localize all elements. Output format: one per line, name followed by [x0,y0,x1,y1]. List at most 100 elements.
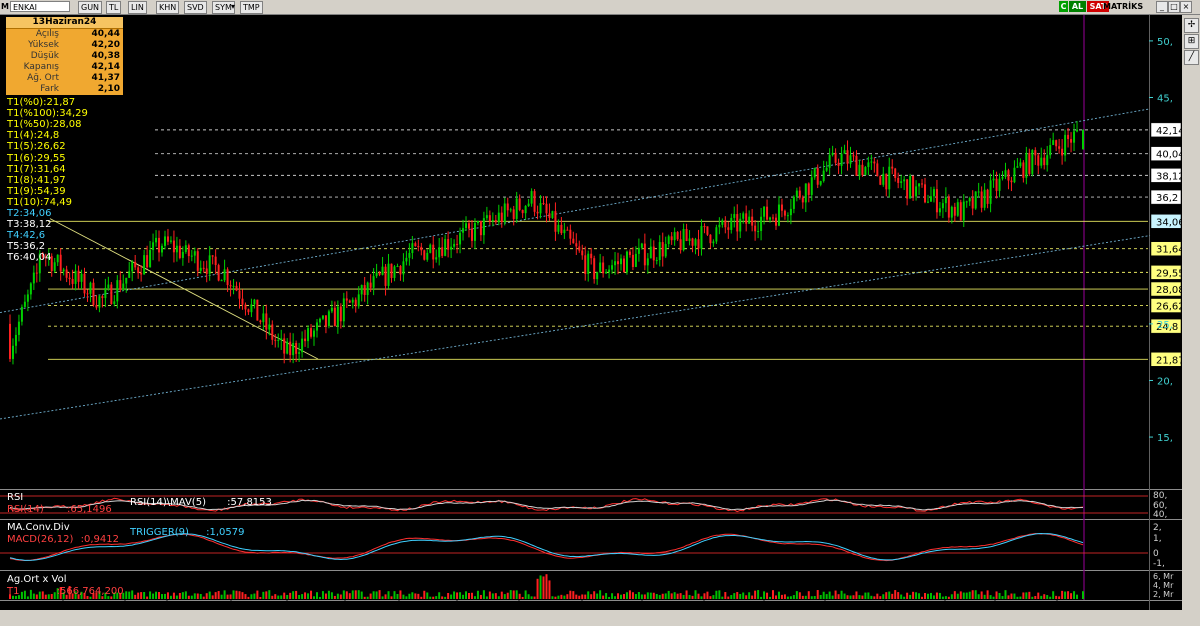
volume-bar [131,590,134,599]
volume-bar [670,593,673,599]
volume-bar [962,592,965,599]
volume-bar [1019,596,1022,599]
level-annotation: T1(9):54,39 [7,185,66,197]
toolbar-button-lin[interactable]: LIN [128,1,147,14]
candle-body [131,261,134,272]
volume-bar [184,591,187,599]
volume-bar [667,590,670,599]
volume-bar [757,590,760,599]
candle-body [924,184,927,203]
minimize-icon[interactable]: _ [1156,1,1168,13]
badge-c[interactable]: C [1059,1,1068,12]
volume-bar [1064,591,1067,599]
candle-body [196,251,199,271]
candle-body [539,203,542,214]
volume-bar [769,596,772,599]
candle-body [804,183,807,203]
candle-body [637,247,640,254]
volume-bar [524,590,527,599]
candle-body [456,243,459,245]
volume-bar [256,590,259,599]
level-annotation: T1(5):26,62 [7,141,66,153]
price-chart[interactable]: 42,14 40,04 38,12 36,2 34,06 31,64 29,55 28,08 2… [0,15,1182,610]
candle-body [810,177,813,195]
volume-bar [158,592,161,599]
candle-body [730,217,733,230]
toolbar-button-khn[interactable]: KHN [156,1,180,14]
zoom-icon[interactable]: ⊞ [1184,34,1199,49]
app-name: MATRİKS [1103,2,1144,11]
volume-bar [971,590,974,599]
toolbar-button-svd[interactable]: SVD [184,1,207,14]
volume-bar [456,592,459,599]
maximize-icon[interactable]: □ [1168,1,1180,13]
candle-body [423,250,426,260]
candle-body [286,341,289,354]
candle-body [697,239,700,249]
volume-bar [506,592,509,599]
candle-body [721,220,724,225]
time-axis-bar [0,610,1200,626]
volume-bar [655,593,658,599]
volume-bar [339,594,342,599]
candle-body [581,250,584,256]
badge-al[interactable]: AL [1069,1,1086,12]
volume-bar [831,595,834,599]
candle-body [912,175,915,197]
volume-bar [89,596,92,599]
volume-bar [333,595,336,599]
volume-bar [503,594,506,599]
volume-bar [342,590,345,599]
candle-body [381,266,384,275]
volume-bar [450,594,453,599]
close-icon[interactable]: × [1180,1,1192,13]
crosshair-icon[interactable]: ✢ [1184,18,1199,33]
volume-bar [315,592,318,599]
candle-body [339,306,342,322]
candle-body [459,232,462,245]
toolbar-button-gun[interactable]: GUN [78,1,103,14]
ohlc-info-box: 13Haziran24 Açılış 40,44 Yüksek 42,20 Düşük 4… [5,16,124,96]
volume-bar [560,594,563,599]
macd-tick-label: 2, [1153,523,1162,533]
candle-body [798,190,801,198]
info-row: Düşük 40,38 [6,51,123,62]
candle-body [226,269,229,286]
volume-bar [542,576,545,599]
volume-bar [223,590,226,599]
volume-bar [617,593,620,599]
volume-bar [801,595,804,599]
info-row: Yüksek 42,20 [6,40,123,51]
candle-body [473,222,476,241]
volume-bar [390,596,393,599]
candle-body [685,229,688,241]
candle-body [1037,155,1040,166]
candle-body [676,232,679,240]
volume-bar [935,592,938,599]
candle-body [909,175,912,199]
candle-body [217,265,220,281]
trigger-label: TRIGGER(9) :1,0579 [130,527,244,538]
toolbar-button-tmp[interactable]: TMP [240,1,263,14]
volume-bar [327,590,330,599]
volume-bar [1007,595,1010,599]
volume-bar [658,595,661,599]
menu-button[interactable]: M [1,1,9,12]
candle-body [432,244,435,260]
candle-body [649,246,652,259]
volume-bar [324,593,327,599]
toolbar-button-tl[interactable]: TL [106,1,122,14]
candle-body [628,251,631,255]
symbol-input[interactable]: ENKAI [10,1,70,12]
volume-bar [611,593,614,599]
volume-bar [834,590,837,599]
volume-bar [739,593,742,599]
volume-bar [900,594,903,599]
candle-body [670,236,673,241]
candle-body [163,236,166,246]
candle-body [557,224,560,232]
draw-icon[interactable]: ╱ [1184,50,1199,65]
candle-body [450,246,453,250]
volume-bar [128,591,131,599]
dropdown-icon[interactable]: ▾ [231,1,235,12]
